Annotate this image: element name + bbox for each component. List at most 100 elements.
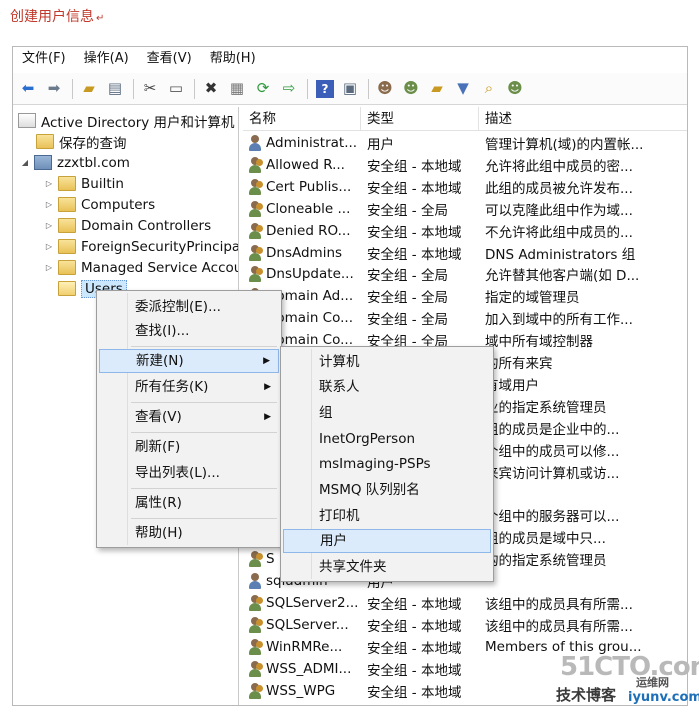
tree-node-aduc-root[interactable]: Active Directory 用户和计算机 [15, 110, 235, 131]
column-header-description[interactable]: 描述 [479, 107, 687, 131]
folder-icon [58, 176, 76, 191]
table-row[interactable]: Administrat... 用户 管理计算机(域)的内置帐... [243, 132, 687, 154]
cell-type: 安全组 - 本地域 [367, 246, 462, 263]
submenu-item-computer[interactable]: 计算机 [283, 350, 491, 374]
submenu-item-inetorgperson[interactable]: InetOrgPerson [283, 427, 491, 451]
forward-arrow-icon[interactable]: ➡ [42, 77, 66, 101]
table-row[interactable]: DnsUpdate... 安全组 - 全局 允许替其他客户端(如 D... [243, 263, 687, 285]
submenu-item-group[interactable]: 组 [283, 401, 491, 425]
new-user-icon[interactable]: ☻ [373, 77, 397, 101]
menu-item-all-tasks[interactable]: 所有任务(K) ▶ [99, 375, 279, 399]
find-icon[interactable]: ⌕ [477, 77, 501, 101]
refresh-icon[interactable]: ⟳ [251, 77, 275, 101]
submenu-item-shared-folder[interactable]: 共享文件夹 [283, 555, 491, 579]
menu-action[interactable]: 操作(A) [75, 47, 138, 71]
filter-icon[interactable]: ▼ [451, 77, 475, 101]
add-to-group-icon[interactable]: ☻ [503, 77, 527, 101]
submenu-item-printer[interactable]: 打印机 [283, 504, 491, 528]
tree-node-saved-queries[interactable]: 保存的查询 [33, 131, 127, 152]
menu-item-label: 新建(N) [136, 353, 184, 369]
expand-triangle-icon[interactable]: ▷ [43, 221, 55, 230]
menu-file[interactable]: 文件(F) [13, 47, 75, 71]
cell-name: Allowed R... [243, 156, 365, 173]
properties-icon[interactable]: ▦ [225, 77, 249, 101]
menu-separator [131, 402, 277, 403]
menu-help[interactable]: 帮助(H) [201, 47, 265, 71]
help-icon[interactable]: ? [316, 79, 334, 98]
tree-node-foreign-security-principals[interactable]: ▷ ForeignSecurityPrincipals [43, 236, 238, 257]
table-row[interactable]: Domain Co... 安全组 - 全局 加入到域中的所有工作... [243, 307, 687, 329]
user-icon [247, 135, 263, 151]
export-icon[interactable]: ⇨ [277, 77, 301, 101]
menu-view[interactable]: 查看(V) [138, 47, 201, 71]
submenu-item-user[interactable]: 用户 [283, 529, 491, 553]
folder-icon [58, 260, 76, 275]
table-row[interactable]: DnsAdmins 安全组 - 本地域 DNS Administrators 组 [243, 242, 687, 264]
cell-name: Denied RO... [243, 222, 365, 239]
table-row[interactable]: Denied RO... 安全组 - 本地域 不允许将此组中成员的... [243, 220, 687, 242]
copy-icon[interactable]: ▭ [164, 77, 188, 101]
list-header: 名称 类型 描述 [243, 107, 687, 131]
cell-description: 个组中的服务器可以... [485, 509, 620, 526]
cell-description: 业的指定系统管理员 [485, 399, 607, 416]
return-mark-icon: ↵ [96, 13, 105, 24]
cell-description: 管理计算机(域)的内置帐... [485, 137, 644, 153]
table-row[interactable]: Domain Ad... 安全组 - 全局 指定的域管理员 [243, 285, 687, 307]
cell-description: DNS Administrators 组 [485, 246, 636, 263]
cell-description: 的所有来宾 [485, 356, 553, 372]
menu-item-find[interactable]: 查找(I)... [99, 319, 279, 343]
new-ou-icon[interactable]: ▰ [425, 77, 449, 101]
cell-name: WSS_ADMI... [243, 660, 365, 677]
column-header-type[interactable]: 类型 [361, 107, 479, 131]
expand-triangle-icon[interactable]: ▷ [43, 242, 55, 251]
toolbar-divider [133, 78, 134, 99]
back-arrow-icon[interactable]: ⬅ [16, 77, 40, 101]
expand-triangle-icon[interactable]: ▷ [43, 179, 55, 188]
cell-type: 安全组 - 全局 [367, 202, 448, 219]
row-name-text: Administrat... [266, 135, 358, 151]
expand-triangle-icon[interactable]: ▷ [43, 263, 55, 272]
table-row[interactable]: SQLServer2... 安全组 - 本地域 该组中的成员具有所需... [243, 592, 687, 614]
folder-open-icon [58, 281, 76, 296]
menu-item-new[interactable]: 新建(N) ▶ [99, 349, 279, 373]
cut-icon[interactable]: ✂ [138, 77, 162, 101]
tree-node-managed-service-accounts[interactable]: ▷ Managed Service Accounts [43, 257, 238, 278]
user-icon [247, 573, 263, 589]
table-row[interactable]: WSS_WPG 安全组 - 本地域 [243, 680, 687, 702]
tree-node-builtin[interactable]: ▷ Builtin [43, 173, 124, 194]
watermark-tag: 运维网 [636, 676, 669, 689]
tree-node-computers[interactable]: ▷ Computers [43, 194, 155, 215]
submenu-item-msmq-queue-alias[interactable]: MSMQ 队列别名 [283, 478, 491, 502]
delete-icon[interactable]: ✖ [199, 77, 223, 101]
group-icon [247, 638, 263, 655]
tree-node-domain-controllers[interactable]: ▷ Domain Controllers [43, 215, 211, 236]
up-folder-icon[interactable]: ▰ [77, 77, 101, 101]
help-book-icon[interactable]: ▣ [338, 77, 362, 101]
menu-item-view[interactable]: 查看(V) ▶ [99, 405, 279, 429]
group-icon [247, 266, 263, 283]
new-group-icon[interactable]: ☻ [399, 77, 423, 101]
table-row[interactable]: Allowed R... 安全组 - 本地域 允许将此组中成员的密... [243, 154, 687, 176]
submenu-item-contact[interactable]: 联系人 [283, 375, 491, 399]
table-row[interactable]: SQLServer... 安全组 - 本地域 该组中的成员具有所需... [243, 614, 687, 636]
menu-separator [131, 346, 277, 347]
menu-item-export-list[interactable]: 导出列表(L)... [99, 461, 279, 485]
cell-name: SQLServer... [243, 616, 365, 633]
collapse-triangle-icon[interactable]: ◢ [19, 158, 31, 167]
row-name-text: SQLServer... [266, 616, 349, 633]
menu-item-help[interactable]: 帮助(H) [99, 521, 279, 545]
menu-item-delegate-control[interactable]: 委派控制(E)... [99, 295, 279, 319]
cell-description: 构的指定系统管理员 [485, 553, 607, 570]
expand-triangle-icon[interactable]: ▷ [43, 200, 55, 209]
submenu-item-msimaging-psps[interactable]: msImaging-PSPs [283, 452, 491, 476]
row-name-text: DnsUpdate... [266, 266, 354, 283]
menu-item-refresh[interactable]: 刷新(F) [99, 435, 279, 459]
table-row[interactable]: Cloneable ... 安全组 - 全局 可以克隆此组中作为域... [243, 198, 687, 220]
row-name-text: WSS_ADMI... [266, 660, 352, 677]
tree-node-domain[interactable]: ◢ zzxtbl.com [19, 152, 130, 173]
row-name-text: Cloneable ... [266, 200, 351, 217]
show-tree-icon[interactable]: ▤ [103, 77, 127, 101]
column-header-name[interactable]: 名称 [243, 107, 361, 131]
menu-item-properties[interactable]: 属性(R) [99, 491, 279, 515]
table-row[interactable]: Cert Publis... 安全组 - 本地域 此组的成员被允许发布... [243, 176, 687, 198]
